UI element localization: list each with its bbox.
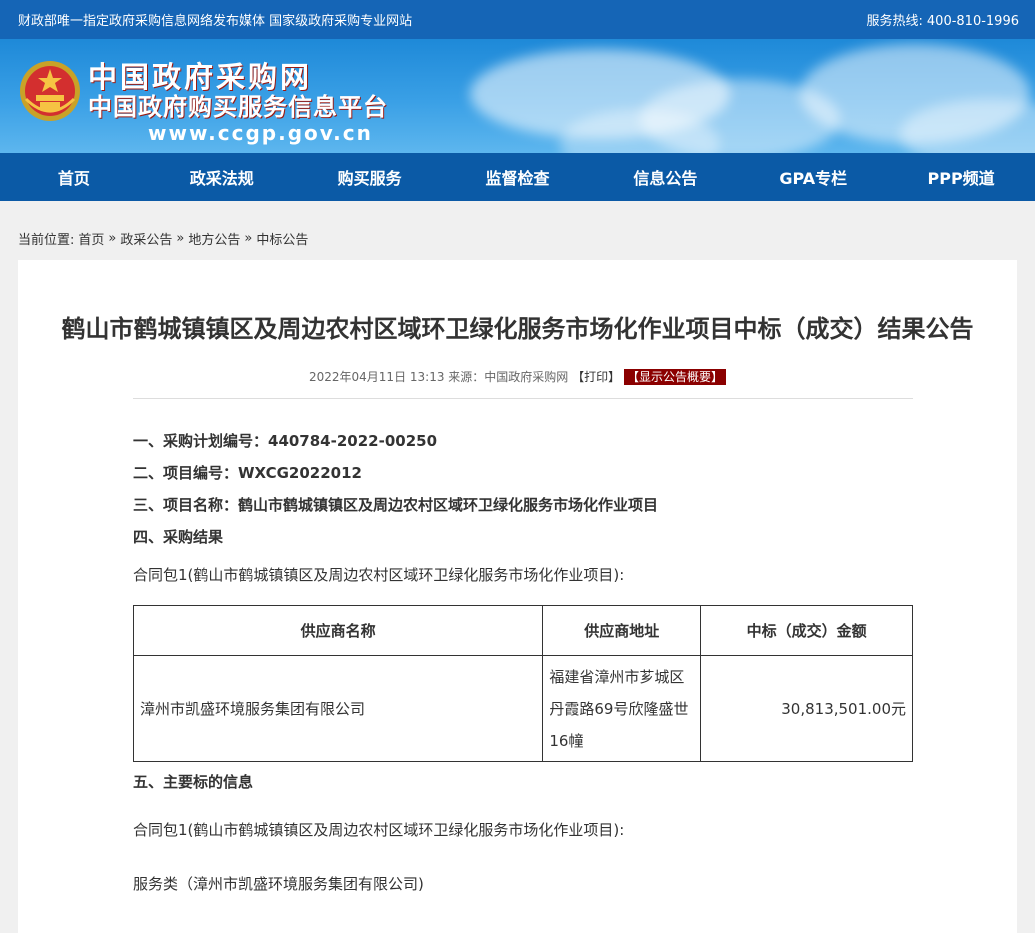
national-emblem-icon[interactable] xyxy=(18,59,82,123)
section-plan-number: 一、采购计划编号：440784-2022-00250 xyxy=(133,432,438,450)
header-supplier-name: 供应商名称 xyxy=(132,605,544,656)
article-source: 来源：中国政府采购网 xyxy=(448,370,569,384)
breadcrumb-separator: » xyxy=(108,230,117,246)
package-label: 合同包1(鹤山市鹤城镇镇区及周边农村区域环卫绿化服务市场化作业项目): xyxy=(133,566,625,584)
site-brand[interactable]: 中国政府采购网 中国政府购买服务信息平台 www.ccgp.gov.cn xyxy=(88,61,388,145)
top-bar: 财政部唯一指定政府采购信息网络发布媒体 国家级政府采购专业网站 服务热线: 400… xyxy=(0,0,1035,39)
table-row: 漳州市凯盛环境服务集团有限公司 福建省漳州市芗城区丹霞路69号欣隆盛世16幢 3… xyxy=(132,655,913,762)
breadcrumb-prefix: 当前位置: xyxy=(18,232,75,248)
section-project-name: 三、项目名称：鹤山市鹤城镇镇区及周边农村区域环卫绿化服务市场化作业项目 xyxy=(133,496,659,514)
breadcrumb-procurement[interactable]: 政采公告 xyxy=(120,229,172,248)
title-divider xyxy=(133,398,913,399)
brand-subtitle: 中国政府购买服务信息平台 xyxy=(88,93,388,121)
section-main-items: 五、主要标的信息 xyxy=(133,773,254,791)
nav-ppp[interactable]: PPP频道 xyxy=(887,165,1035,189)
hotline: 服务热线: 400-810-1996 xyxy=(867,10,1019,29)
hotline-number: 400-810-1996 xyxy=(926,14,1019,29)
show-overview-button[interactable]: 【显示公告概要】 xyxy=(623,369,726,385)
service-line: 服务类（漳州市凯盛环境服务集团有限公司) xyxy=(133,875,424,893)
nav-home[interactable]: 首页 xyxy=(0,165,148,189)
header-award-amount: 中标（成交）金额 xyxy=(700,605,913,656)
publish-date: 2022年04月11日 13:13 xyxy=(308,370,445,384)
breadcrumb-home[interactable]: 首页 xyxy=(78,229,104,248)
print-link[interactable]: 【打印】 xyxy=(572,370,620,384)
article-body: 一、采购计划编号：440784-2022-00250 二、项目编号：WXCG20… xyxy=(18,425,913,900)
article-container: 鹤山市鹤城镇镇区及周边农村区域环卫绿化服务市场化作业项目中标（成交）结果公告 2… xyxy=(18,260,1017,933)
nav-regulations[interactable]: 政采法规 xyxy=(148,165,296,189)
nav-gpa[interactable]: GPA专栏 xyxy=(739,165,887,189)
breadcrumb-separator: » xyxy=(244,230,253,246)
hotline-label: 服务热线: xyxy=(866,14,923,29)
cell-award-amount: 30,813,501.00元 xyxy=(700,655,913,762)
breadcrumb-separator: » xyxy=(176,230,185,246)
main-nav: 首页 政采法规 购买服务 监督检查 信息公告 GPA专栏 PPP频道 xyxy=(0,153,1035,201)
site-banner: 中国政府采购网 中国政府购买服务信息平台 www.ccgp.gov.cn xyxy=(0,39,1035,153)
table-header-row: 供应商名称 供应商地址 中标（成交）金额 xyxy=(132,605,913,656)
article-meta: 2022年04月11日 13:13 来源：中国政府采购网 【打印】 【显示公告概… xyxy=(18,368,1017,385)
breadcrumb-award[interactable]: 中标公告 xyxy=(256,229,308,248)
breadcrumb-local[interactable]: 地方公告 xyxy=(188,229,240,248)
package-label-2: 合同包1(鹤山市鹤城镇镇区及周边农村区域环卫绿化服务市场化作业项目): xyxy=(133,821,625,839)
section-project-number: 二、项目编号：WXCG2022012 xyxy=(133,464,362,482)
nav-announcements[interactable]: 信息公告 xyxy=(591,165,739,189)
breadcrumb: 当前位置: 首页 » 政采公告 » 地方公告 » 中标公告 xyxy=(0,201,1035,261)
site-slogan: 财政部唯一指定政府采购信息网络发布媒体 国家级政府采购专业网站 xyxy=(18,14,413,29)
nav-purchase-services[interactable]: 购买服务 xyxy=(296,165,444,189)
brand-title: 中国政府采购网 xyxy=(88,60,313,94)
brand-url: www.ccgp.gov.cn xyxy=(148,121,373,145)
section-results: 四、采购结果 xyxy=(133,528,224,546)
cell-supplier-name: 漳州市凯盛环境服务集团有限公司 xyxy=(132,655,544,762)
article-title: 鹤山市鹤城镇镇区及周边农村区域环卫绿化服务市场化作业项目中标（成交）结果公告 xyxy=(61,315,974,343)
cell-supplier-address: 福建省漳州市芗城区丹霞路69号欣隆盛世16幢 xyxy=(542,655,702,762)
header-supplier-address: 供应商地址 xyxy=(542,605,702,656)
nav-supervision[interactable]: 监督检查 xyxy=(444,165,592,189)
results-table: 供应商名称 供应商地址 中标（成交）金额 漳州市凯盛环境服务集团有限公司 福建省… xyxy=(132,605,913,762)
